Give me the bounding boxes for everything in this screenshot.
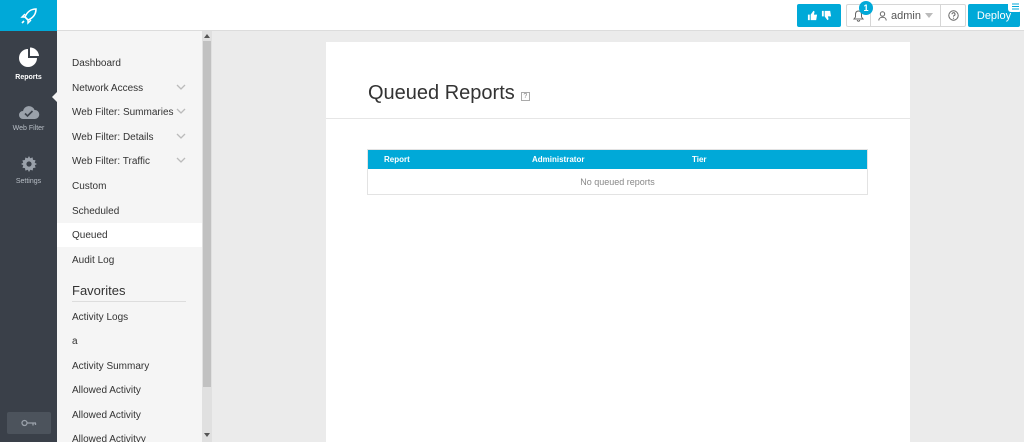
page-title-text: Queued Reports <box>368 82 515 104</box>
column-header-administrator[interactable]: Administrator <box>532 155 584 164</box>
top-bar: 1 admin Deploy <box>0 0 1024 31</box>
user-icon <box>878 10 887 21</box>
info-help-icon[interactable]: ? <box>520 91 530 101</box>
empty-message: No queued reports <box>580 176 655 187</box>
title-divider <box>326 118 910 119</box>
column-header-tier[interactable]: Tier <box>692 155 707 164</box>
favorite-item-label: Allowed Activityy <box>72 433 146 442</box>
notifications-button[interactable]: 1 <box>847 1 873 26</box>
favorite-item[interactable]: Allowed Activity <box>57 378 202 402</box>
submenu-item-web-filter-details[interactable]: Web Filter: Details <box>57 125 202 149</box>
user-name: admin <box>891 9 921 22</box>
deploy-button[interactable]: Deploy <box>968 1 1022 27</box>
submenu-item-web-filter-traffic[interactable]: Web Filter: Traffic <box>57 149 202 173</box>
app-logo[interactable] <box>0 0 57 31</box>
submenu-item-dashboard[interactable]: Dashboard <box>57 51 202 75</box>
favorite-item[interactable]: a <box>57 329 202 353</box>
scroll-down-arrow-icon[interactable] <box>204 433 210 437</box>
submenu-item-scheduled[interactable]: Scheduled <box>57 199 202 223</box>
chevron-down-icon <box>176 84 186 90</box>
nav-settings[interactable]: Settings <box>0 155 57 185</box>
nav-web-filter-label: Web Filter <box>12 125 45 132</box>
favorite-item-label: Activity Logs <box>72 311 129 323</box>
page-title: Queued Reports ? <box>368 82 530 105</box>
table-header: Report Administrator Tier <box>368 150 867 169</box>
submenu-item-label: Web Filter: Details <box>72 131 154 143</box>
submenu-item-custom[interactable]: Custom <box>57 174 202 198</box>
favorites-heading: Favorites <box>72 283 126 298</box>
submenu-item-queued[interactable]: Queued <box>57 223 202 247</box>
nav-reports-label: Reports <box>15 74 42 81</box>
submenu-item-audit-log[interactable]: Audit Log <box>57 248 202 272</box>
submenu-item-label: Dashboard <box>72 57 121 69</box>
favorite-item-label: Allowed Activity <box>72 384 141 396</box>
submenu-scrollbar[interactable] <box>202 31 212 442</box>
nav-reports[interactable]: Reports <box>0 47 57 81</box>
favorite-item-label: Activity Summary <box>72 360 150 372</box>
queued-reports-table: Report Administrator Tier No queued repo… <box>367 149 868 195</box>
nav-settings-label: Settings <box>15 178 42 185</box>
submenu-item-web-filter-summaries[interactable]: Web Filter: Summaries <box>57 100 202 124</box>
submenu-item-label: Custom <box>72 180 107 192</box>
chevron-down-icon <box>176 133 186 139</box>
caret-down-icon <box>924 13 933 18</box>
user-menu[interactable]: admin <box>871 5 941 26</box>
favorite-item[interactable]: Allowed Activity <box>57 403 202 427</box>
favorite-item[interactable]: Activity Summary <box>57 354 202 378</box>
pie-chart-icon <box>18 47 39 67</box>
cloud-check-icon <box>18 106 39 119</box>
notification-count-badge: 1 <box>859 1 873 15</box>
favorite-item[interactable]: Allowed Activityy <box>57 427 202 442</box>
submenu-item-label: Web Filter: Traffic <box>72 155 150 167</box>
thumbs-up-icon <box>807 10 817 21</box>
submenu-item-label: Web Filter: Summaries <box>72 106 174 118</box>
nav-web-filter[interactable]: Web Filter <box>0 104 57 132</box>
key-icon <box>21 419 37 427</box>
submenu-item-network-access[interactable]: Network Access <box>57 76 202 100</box>
submenu-item-label: Audit Log <box>72 254 115 266</box>
submenu-item-label: Network Access <box>72 82 144 94</box>
main-panel: Queued Reports ? Report Administrator Ti… <box>326 42 910 442</box>
question-icon <box>947 10 959 21</box>
scrollbar-thumb[interactable] <box>203 41 211 387</box>
submenu-item-label: Scheduled <box>72 205 120 217</box>
help-button[interactable] <box>941 5 965 26</box>
chevron-down-icon <box>176 108 186 114</box>
primary-nav: Reports Web Filter Settings <box>0 31 58 442</box>
deploy-label: Deploy <box>976 9 1012 22</box>
favorites-divider <box>72 301 186 302</box>
favorite-item-label: a <box>72 335 78 347</box>
favorite-item-label: Allowed Activity <box>72 409 141 421</box>
feedback-button[interactable] <box>797 4 841 27</box>
favorite-item[interactable]: Activity Logs <box>57 305 202 329</box>
rocket-icon <box>19 7 37 25</box>
chevron-down-icon <box>176 157 186 163</box>
list-icon <box>1008 1 1022 12</box>
table-empty-row: No queued reports <box>368 169 867 194</box>
scroll-up-arrow-icon[interactable] <box>204 34 210 38</box>
submenu-item-label: Queued <box>72 229 108 241</box>
gear-icon <box>20 156 37 172</box>
reports-submenu: Dashboard Network Access Web Filter: Sum… <box>57 31 202 442</box>
header-toolbar: 1 admin <box>846 1 966 27</box>
collapse-nav-button[interactable] <box>7 412 51 434</box>
thumbs-down-icon <box>821 10 831 21</box>
column-header-report[interactable]: Report <box>384 155 410 164</box>
